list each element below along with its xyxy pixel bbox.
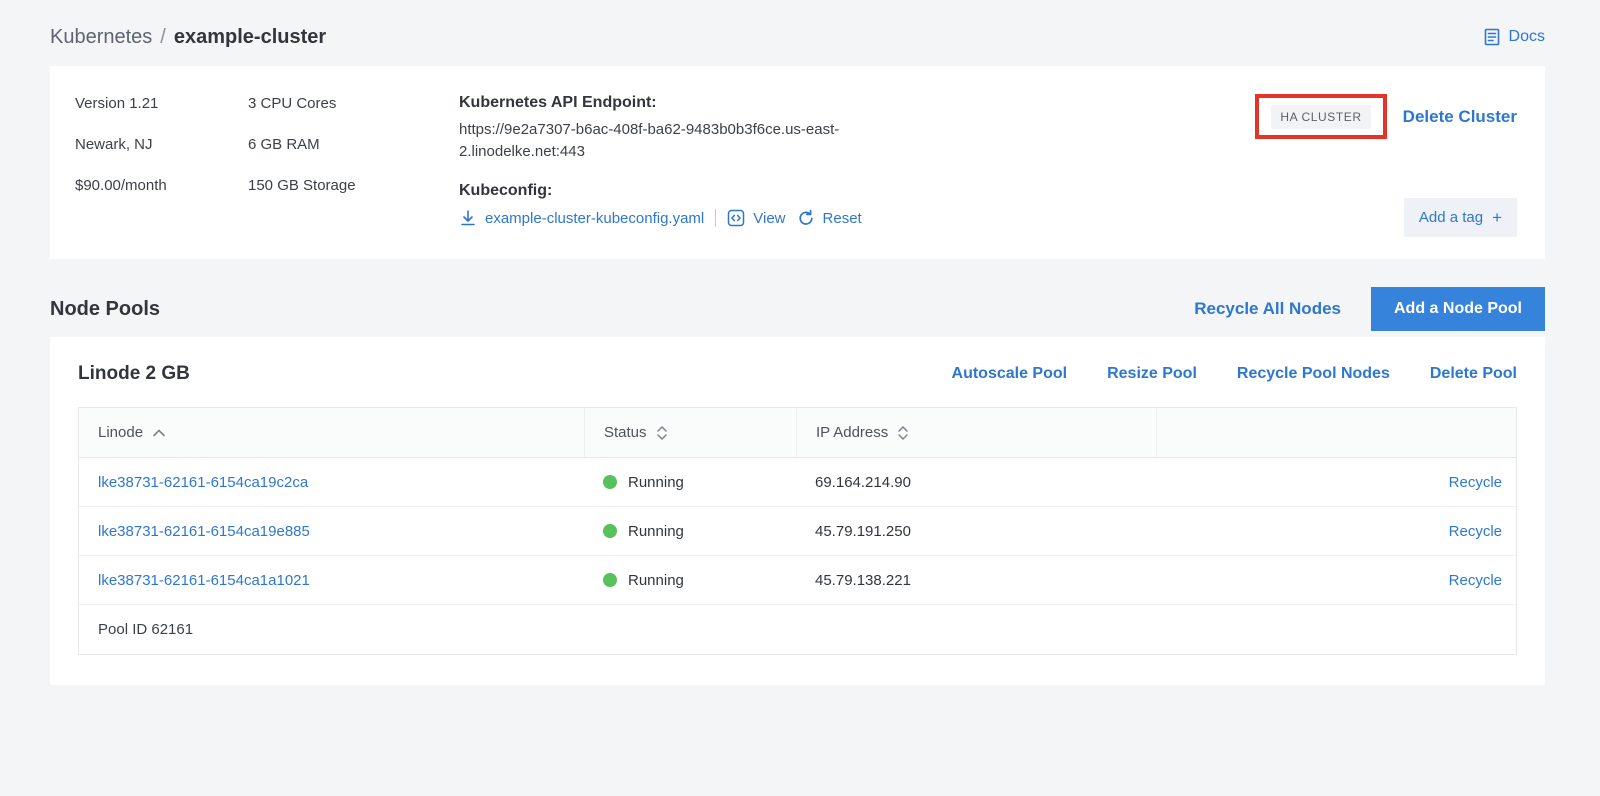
ip-address-cell: 45.79.191.250 bbox=[796, 523, 1156, 540]
reset-label: Reset bbox=[823, 210, 862, 227]
row-actions-cell: Recycle bbox=[1156, 523, 1516, 540]
specs-column-2: 3 CPU Cores 6 GB RAM 150 GB Storage bbox=[248, 94, 459, 237]
kubeconfig-filename: example-cluster-kubeconfig.yaml bbox=[485, 210, 704, 227]
status-dot-icon bbox=[603, 573, 617, 587]
pool-header-row: Linode 2 GB Autoscale Pool Resize Pool R… bbox=[78, 363, 1517, 385]
node-pools-header-row: Node Pools Recycle All Nodes Add a Node … bbox=[50, 287, 1545, 331]
plus-icon: + bbox=[1492, 209, 1502, 226]
kubeconfig-label: Kubeconfig: bbox=[459, 182, 939, 200]
recycle-pool-nodes-button[interactable]: Recycle Pool Nodes bbox=[1237, 365, 1390, 383]
view-label: View bbox=[753, 210, 785, 227]
pool-actions: Autoscale Pool Resize Pool Recycle Pool … bbox=[952, 365, 1517, 383]
kubernetes-cluster-page: Kubernetes / example-cluster Docs Versio… bbox=[0, 0, 1600, 685]
cluster-specs: Version 1.21 Newark, NJ $90.00/month 3 C… bbox=[75, 94, 459, 237]
summary-right-column: HA CLUSTER Delete Cluster Add a tag + bbox=[1255, 94, 1517, 237]
status-cell: Running bbox=[584, 523, 796, 540]
kubeconfig-block: Kubeconfig: example-cluster-kubeconfig.y… bbox=[459, 182, 939, 227]
kubeconfig-download-link[interactable]: example-cluster-kubeconfig.yaml bbox=[459, 209, 704, 227]
linode-link[interactable]: lke38731-62161-6154ca1a1021 bbox=[98, 572, 310, 589]
spec-storage: 150 GB Storage bbox=[248, 176, 459, 196]
resize-pool-button[interactable]: Resize Pool bbox=[1107, 365, 1197, 383]
pool-id-footer: Pool ID 62161 bbox=[79, 605, 1516, 654]
docs-label: Docs bbox=[1509, 28, 1545, 46]
column-label-ip-address: IP Address bbox=[816, 424, 888, 441]
kubeconfig-reset-link[interactable]: Reset bbox=[797, 209, 862, 227]
chevron-up-icon bbox=[152, 429, 166, 437]
ip-address-cell: 45.79.138.221 bbox=[796, 572, 1156, 589]
cluster-summary-card: Version 1.21 Newark, NJ $90.00/month 3 C… bbox=[50, 66, 1545, 259]
ip-address-cell: 69.164.214.90 bbox=[796, 474, 1156, 491]
table-row: lke38731-62161-6154ca19e885 Running 45.7… bbox=[79, 507, 1516, 556]
highlight-annotation-box: HA CLUSTER bbox=[1255, 94, 1386, 139]
sort-chevrons-icon bbox=[897, 425, 909, 441]
linode-cell: lke38731-62161-6154ca19e885 bbox=[79, 523, 584, 540]
linode-cell: lke38731-62161-6154ca1a1021 bbox=[79, 572, 584, 589]
status-cell: Running bbox=[584, 474, 796, 491]
table-row: lke38731-62161-6154ca1a1021 Running 45.7… bbox=[79, 556, 1516, 605]
add-tag-button[interactable]: Add a tag + bbox=[1404, 198, 1517, 237]
breadcrumb-separator: / bbox=[160, 26, 166, 49]
breadcrumb-kubernetes-link[interactable]: Kubernetes bbox=[50, 26, 152, 49]
delete-pool-button[interactable]: Delete Pool bbox=[1430, 365, 1517, 383]
status-dot-icon bbox=[603, 475, 617, 489]
status-label: Running bbox=[628, 474, 684, 491]
status-cell: Running bbox=[584, 572, 796, 589]
kubeconfig-actions-row: example-cluster-kubeconfig.yaml View bbox=[459, 209, 939, 227]
sort-chevrons-icon bbox=[656, 425, 668, 441]
ha-cluster-badge: HA CLUSTER bbox=[1271, 105, 1370, 129]
spec-region: Newark, NJ bbox=[75, 135, 248, 155]
node-pools-title: Node Pools bbox=[50, 298, 160, 321]
pool-name: Linode 2 GB bbox=[78, 363, 190, 385]
recycle-all-nodes-button[interactable]: Recycle All Nodes bbox=[1194, 299, 1341, 319]
column-header-actions bbox=[1156, 408, 1516, 457]
page-title: example-cluster bbox=[174, 26, 326, 49]
breadcrumb: Kubernetes / example-cluster bbox=[50, 26, 326, 49]
status-dot-icon bbox=[603, 524, 617, 538]
nodes-table: Linode Status bbox=[78, 407, 1517, 655]
node-pools-actions: Recycle All Nodes Add a Node Pool bbox=[1194, 287, 1545, 331]
download-icon bbox=[459, 209, 477, 227]
nodes-table-header: Linode Status bbox=[79, 408, 1516, 458]
spec-version: Version 1.21 bbox=[75, 94, 248, 114]
recycle-node-button[interactable]: Recycle bbox=[1449, 474, 1502, 491]
docs-link[interactable]: Docs bbox=[1482, 27, 1545, 47]
spec-ram: 6 GB RAM bbox=[248, 135, 459, 155]
column-header-linode[interactable]: Linode bbox=[79, 408, 584, 457]
docs-icon bbox=[1482, 27, 1502, 47]
divider bbox=[715, 209, 716, 227]
linode-link[interactable]: lke38731-62161-6154ca19c2ca bbox=[98, 474, 308, 491]
delete-cluster-button[interactable]: Delete Cluster bbox=[1403, 107, 1517, 127]
header-row: Kubernetes / example-cluster Docs bbox=[50, 18, 1545, 56]
specs-column-1: Version 1.21 Newark, NJ $90.00/month bbox=[75, 94, 248, 237]
autoscale-pool-button[interactable]: Autoscale Pool bbox=[952, 365, 1068, 383]
row-actions-cell: Recycle bbox=[1156, 474, 1516, 491]
api-endpoint-url: https://9e2a7307-b6ac-408f-ba62-9483b0b3… bbox=[459, 119, 907, 163]
status-label: Running bbox=[628, 523, 684, 540]
add-tag-label: Add a tag bbox=[1419, 209, 1483, 226]
refresh-icon bbox=[797, 209, 815, 227]
column-header-status[interactable]: Status bbox=[584, 408, 796, 457]
spec-price: $90.00/month bbox=[75, 176, 248, 196]
spec-cpu: 3 CPU Cores bbox=[248, 94, 459, 114]
ha-delete-row: HA CLUSTER Delete Cluster bbox=[1255, 94, 1517, 139]
add-node-pool-button[interactable]: Add a Node Pool bbox=[1371, 287, 1545, 331]
column-header-ip-address[interactable]: IP Address bbox=[796, 408, 1156, 457]
code-brackets-icon bbox=[727, 209, 745, 227]
row-actions-cell: Recycle bbox=[1156, 572, 1516, 589]
status-label: Running bbox=[628, 572, 684, 589]
recycle-node-button[interactable]: Recycle bbox=[1449, 523, 1502, 540]
recycle-node-button[interactable]: Recycle bbox=[1449, 572, 1502, 589]
column-label-linode: Linode bbox=[98, 424, 143, 441]
table-row: lke38731-62161-6154ca19c2ca Running 69.1… bbox=[79, 458, 1516, 507]
column-label-status: Status bbox=[604, 424, 647, 441]
node-pool-card: Linode 2 GB Autoscale Pool Resize Pool R… bbox=[50, 337, 1545, 685]
api-endpoint-label: Kubernetes API Endpoint: bbox=[459, 94, 939, 112]
linode-cell: lke38731-62161-6154ca19c2ca bbox=[79, 474, 584, 491]
kubeconfig-view-link[interactable]: View bbox=[727, 209, 785, 227]
api-endpoint-block: Kubernetes API Endpoint: https://9e2a730… bbox=[459, 94, 939, 237]
linode-link[interactable]: lke38731-62161-6154ca19e885 bbox=[98, 523, 310, 540]
